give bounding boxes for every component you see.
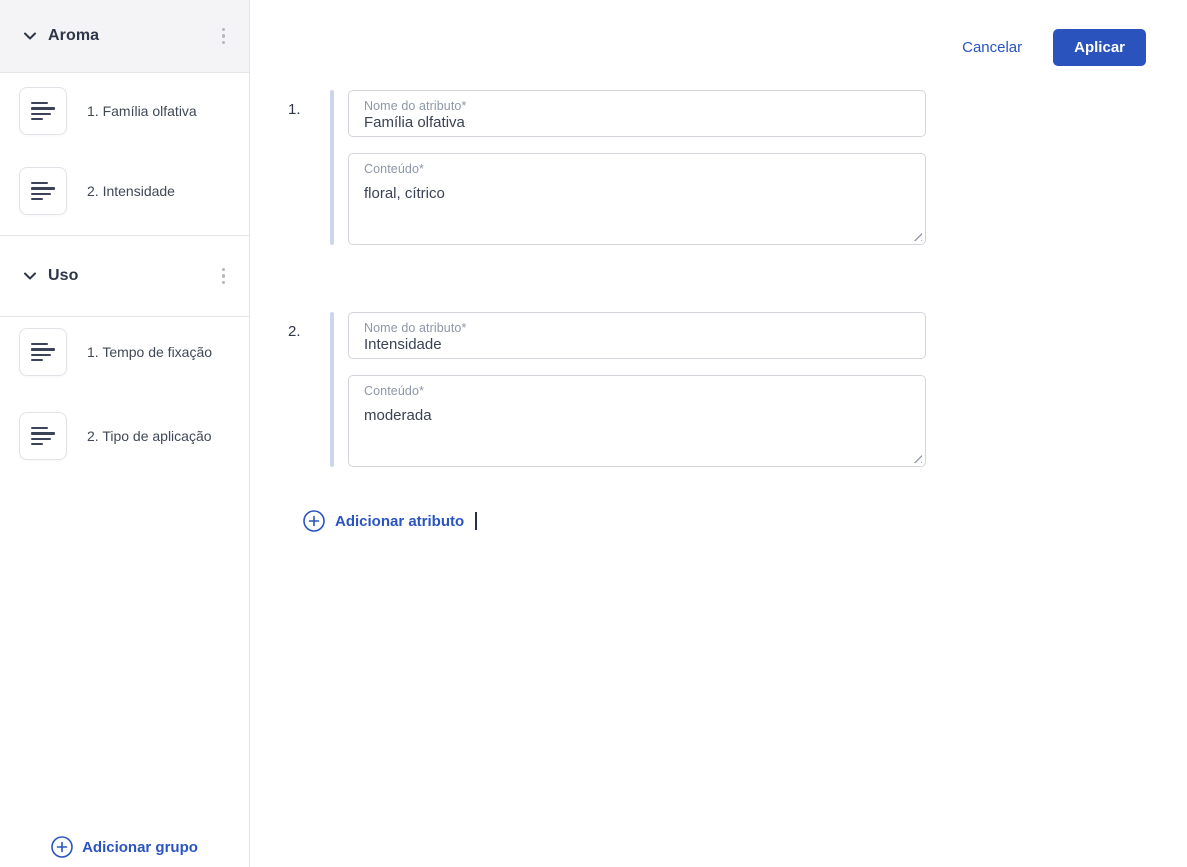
attribute-name-field: Nome do atributo* [348,312,926,359]
notes-icon [31,343,55,362]
add-attribute-label: Adicionar atributo [335,513,464,530]
attribute-fields: Nome do atributo* Conteúdo* floral, cítr… [348,90,926,245]
attribute-name-input[interactable] [364,114,915,131]
group-title: Aroma [48,27,99,45]
add-attribute-button[interactable]: Adicionar atributo [303,510,1187,532]
text-cursor [475,512,477,530]
text-attribute-icon [19,328,67,376]
attribute-content-field: Conteúdo* moderada [348,375,926,467]
add-group-label: Adicionar grupo [82,839,198,856]
sidebar-item-intensidade[interactable]: 2. Intensidade [19,167,233,215]
group-menu-button[interactable] [218,24,230,49]
attribute-name-label: Nome do atributo* [364,321,466,335]
attribute-fields: Nome do atributo* Conteúdo* moderada [348,312,926,467]
plus-circle-icon [303,510,325,532]
add-group-button[interactable]: Adicionar grupo [0,836,249,858]
attribute-block-2: 2. Nome do atributo* Conteúdo* moderada [288,312,1187,467]
attribute-accent-bar [330,312,334,467]
notes-icon [31,102,55,121]
attribute-content-label: Conteúdo* [364,384,424,398]
group-header-uso[interactable]: Uso [0,235,249,317]
attribute-accent-bar [330,90,334,245]
text-attribute-icon [19,167,67,215]
notes-icon [31,427,55,446]
chevron-down-icon[interactable] [24,32,36,40]
attribute-content-textarea[interactable]: floral, cítrico [364,185,917,238]
apply-button[interactable]: Aplicar [1053,29,1146,66]
group-items-uso: 1. Tempo de fixação 2. Tipo de aplicação [0,317,249,480]
attribute-content-textarea[interactable]: moderada [364,407,917,460]
attribute-name-field: Nome do atributo* [348,90,926,137]
attribute-name-input[interactable] [364,336,915,353]
attribute-name-label: Nome do atributo* [364,99,466,113]
plus-circle-icon [51,836,73,858]
attribute-number: 1. [288,90,318,245]
group-items-aroma: 1. Família olfativa 2. Intensidade [0,73,249,235]
text-attribute-icon [19,87,67,135]
sidebar-item-label: 2. Intensidade [87,183,175,200]
text-attribute-icon [19,412,67,460]
sidebar-item-label: 1. Família olfativa [87,103,197,120]
group-title: Uso [48,267,79,285]
sidebar-item-label: 1. Tempo de fixação [87,344,212,361]
chevron-down-icon[interactable] [24,272,36,280]
group-header-aroma[interactable]: Aroma [0,0,249,73]
sidebar-item-label: 2. Tipo de aplicação [87,428,212,445]
attribute-content-field: Conteúdo* floral, cítrico [348,153,926,245]
cancel-button[interactable]: Cancelar [962,39,1022,56]
attribute-content-label: Conteúdo* [364,162,424,176]
notes-icon [31,182,55,201]
sidebar-item-tipo-de-aplicacao[interactable]: 2. Tipo de aplicação [19,412,233,460]
attribute-editor-panel: Cancelar Aplicar 1. Nome do atributo* Co… [250,0,1187,867]
sidebar-item-familia-olfativa[interactable]: 1. Família olfativa [19,87,233,135]
editor-actions-bar: Cancelar Aplicar [250,0,1187,66]
attribute-groups-sidebar: Aroma 1. Família olfativa 2. Intensidade… [0,0,250,867]
sidebar-item-tempo-de-fixacao[interactable]: 1. Tempo de fixação [19,328,233,376]
group-menu-button[interactable] [218,264,230,289]
attribute-block-1: 1. Nome do atributo* Conteúdo* floral, c… [288,90,1187,245]
attribute-number: 2. [288,312,318,467]
